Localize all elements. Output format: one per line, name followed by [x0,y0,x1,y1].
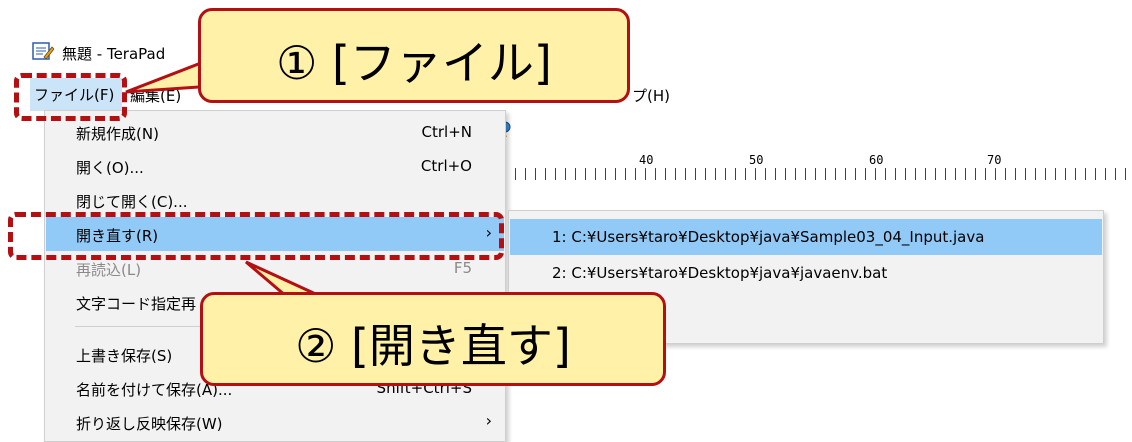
callout-file: ① [ファイル] [198,8,630,103]
callout-reopen-text: ② [開き直す] [295,319,571,373]
callout-file-text: ① [ファイル] [276,36,552,90]
callout-reopen: ② [開き直す] [200,292,666,386]
